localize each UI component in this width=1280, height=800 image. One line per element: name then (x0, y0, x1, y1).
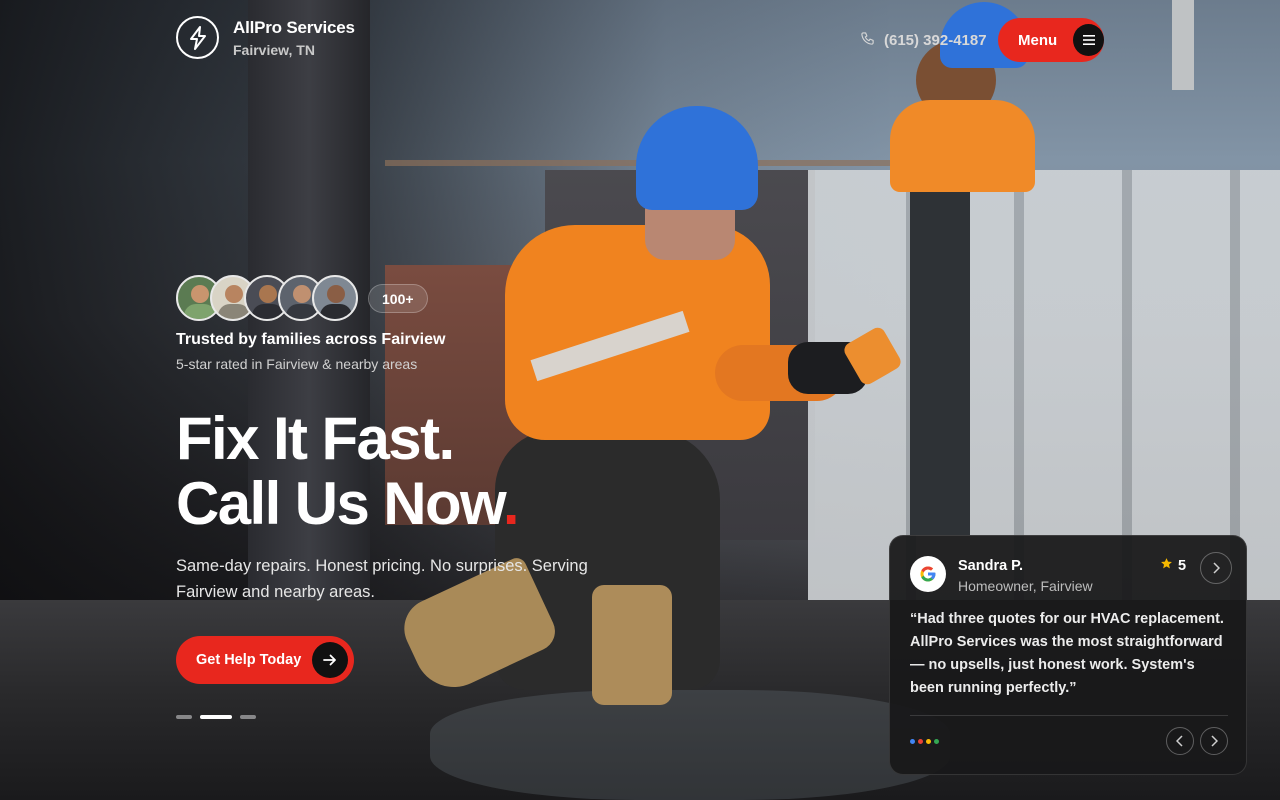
utility-pole (1172, 0, 1194, 90)
divider (910, 715, 1228, 716)
customer-count-badge: 100+ (368, 284, 428, 313)
trust-subtitle: 5-star rated in Fairview & nearby areas (176, 356, 418, 372)
review-prev-button[interactable] (1166, 727, 1194, 755)
phone-number: (615) 392-4187 (884, 32, 987, 49)
lightning-bolt-icon (176, 16, 219, 59)
review-next-button[interactable] (1200, 727, 1228, 755)
brand[interactable]: AllPro Services Fairview, TN (176, 16, 355, 59)
brand-location: Fairview, TN (233, 41, 315, 58)
phone-icon (860, 31, 875, 50)
hero-headline: Fix It Fast. Call Us Now. (176, 405, 520, 537)
chevron-left-icon (1176, 735, 1183, 747)
reviewer-role: Homeowner, Fairview (958, 578, 1093, 594)
chevron-right-icon (1211, 735, 1218, 747)
google-icon (910, 556, 946, 592)
worker-two-vest (890, 100, 1035, 192)
menu-label: Menu (1018, 31, 1058, 49)
review-rating: 5 (1160, 557, 1186, 574)
star-icon (1160, 557, 1173, 574)
headline-line-2: Call Us Now (176, 470, 505, 537)
hero-subcopy: Same-day repairs. Honest pricing. No sur… (176, 557, 588, 601)
hamburger-icon (1073, 24, 1104, 56)
roof-puddle (430, 690, 950, 800)
slide-indicator-3[interactable] (240, 715, 256, 719)
reviewer-name: Sandra P. (958, 558, 1024, 574)
worker-helmet (636, 106, 758, 210)
cta-label: Get Help Today (196, 652, 302, 668)
review-card: Sandra P. Homeowner, Fairview 5 “Had thr… (889, 535, 1247, 775)
chevron-right-icon (1213, 562, 1220, 574)
rating-value: 5 (1178, 557, 1187, 574)
customer-avatars (176, 275, 358, 321)
google-dots-icon (910, 739, 939, 744)
next-review-button[interactable] (1200, 552, 1232, 584)
slide-indicator-2[interactable] (200, 715, 232, 719)
slide-indicators (176, 715, 256, 719)
hvac-open-panel (910, 185, 970, 535)
brand-name: AllPro Services (233, 17, 355, 37)
headline-accent-dot: . (502, 470, 520, 537)
get-help-button[interactable]: Get Help Today (176, 636, 354, 684)
headline-line-1: Fix It Fast. (176, 405, 455, 472)
phone-link[interactable]: (615) 392-4187 (860, 31, 987, 50)
slide-indicator-1[interactable] (176, 715, 192, 719)
arrow-right-icon (312, 642, 348, 678)
avatar (312, 275, 358, 321)
menu-button[interactable]: Menu (998, 18, 1104, 62)
review-quote: “Had three quotes for our HVAC replaceme… (910, 611, 1224, 696)
trust-title: Trusted by families across Fairview (176, 331, 446, 348)
